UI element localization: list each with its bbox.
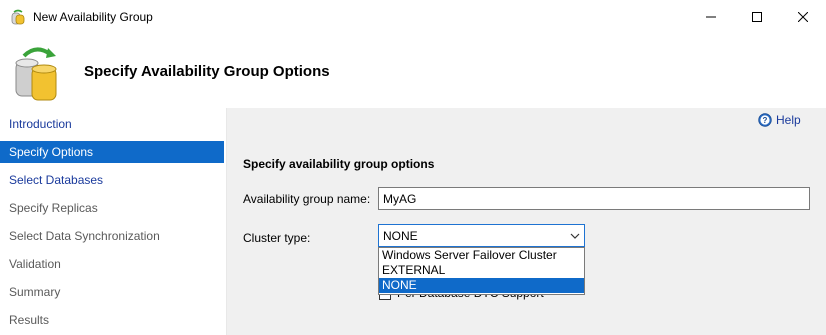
cluster-type-dropdown-list: Windows Server Failover Cluster EXTERNAL… [378, 247, 585, 295]
nav-item-specify-replicas: Specify Replicas [9, 201, 98, 215]
cluster-type-select[interactable]: NONE [378, 224, 585, 247]
close-button[interactable] [780, 0, 826, 34]
nav-item-summary: Summary [9, 285, 61, 299]
nav-item-select-data-synchronization: Select Data Synchronization [9, 229, 160, 243]
nav-item-introduction[interactable]: Introduction [0, 113, 224, 135]
cluster-type-value: NONE [383, 229, 418, 243]
window-title: New Availability Group [33, 10, 153, 24]
help-link[interactable]: ? Help [758, 113, 801, 127]
svg-text:?: ? [763, 116, 768, 125]
page-heading: Specify Availability Group Options [84, 63, 330, 80]
wizard-navigation: Introduction Specify Options Select Data… [0, 108, 226, 335]
minimize-button[interactable] [688, 0, 734, 34]
maximize-icon [752, 12, 762, 22]
close-icon [798, 12, 808, 22]
help-label: Help [776, 113, 801, 127]
nav-item-specify-options[interactable]: Specify Options [0, 141, 224, 163]
ag-name-label: Availability group name: [243, 192, 371, 206]
nav-item-select-databases[interactable]: Select Databases [0, 169, 224, 191]
wizard-header: Specify Availability Group Options [0, 34, 826, 108]
cluster-option-wsfc[interactable]: Windows Server Failover Cluster [379, 248, 584, 263]
ag-name-input[interactable] [378, 187, 810, 210]
cluster-type-label: Cluster type: [243, 231, 311, 245]
nav-item-results: Results [9, 313, 50, 327]
cluster-option-none[interactable]: NONE [379, 278, 584, 293]
chevron-down-icon [570, 233, 580, 239]
database-sync-icon [15, 47, 57, 101]
section-title: Specify availability group options [243, 157, 435, 171]
help-icon: ? [758, 113, 772, 127]
title-bar: New Availability Group [0, 0, 826, 34]
maximize-button[interactable] [734, 0, 780, 34]
options-panel: ? Help Specify availability group option… [227, 108, 826, 335]
availability-group-icon [11, 9, 25, 25]
minimize-icon [706, 16, 716, 18]
nav-item-validation: Validation [9, 257, 61, 271]
cluster-option-external[interactable]: EXTERNAL [379, 263, 584, 278]
